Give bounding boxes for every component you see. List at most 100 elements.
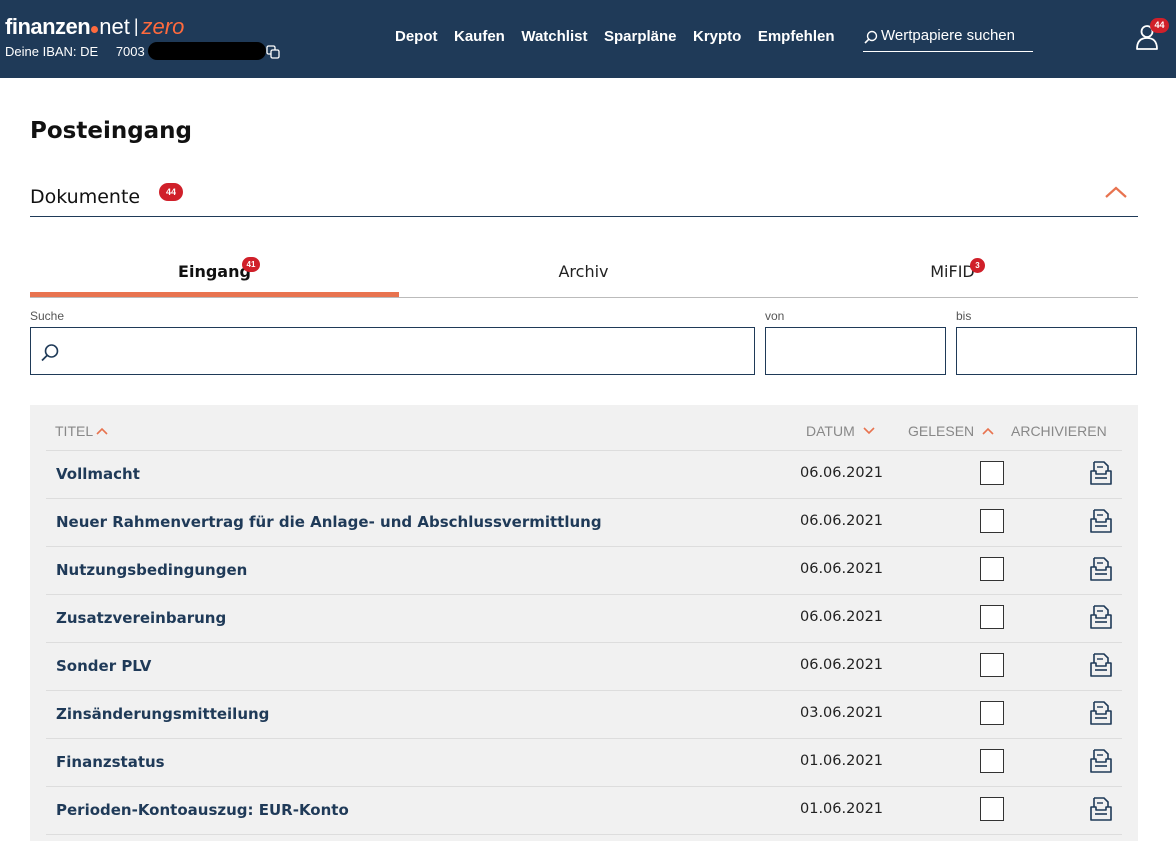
- search-icon: [41, 344, 59, 362]
- document-date: 01.06.2021: [800, 753, 884, 769]
- read-checkbox[interactable]: [980, 701, 1004, 725]
- from-date-field[interactable]: [765, 327, 946, 375]
- iban-display: Deine IBAN: DE 7003: [5, 44, 145, 59]
- read-checkbox[interactable]: [980, 509, 1004, 533]
- from-date-label: von: [765, 309, 785, 323]
- document-date: 01.06.2021: [800, 801, 884, 817]
- sort-icon: [982, 427, 994, 435]
- table-row[interactable]: Neuer Rahmenvertrag für die Anlage- und …: [46, 499, 1122, 547]
- search-label: Suche: [30, 309, 65, 323]
- document-date: 03.06.2021: [800, 705, 884, 721]
- to-date-field[interactable]: [956, 327, 1137, 375]
- to-date-input[interactable]: [957, 328, 1136, 374]
- tab-eingang[interactable]: Eingang: [30, 250, 399, 298]
- document-search-input[interactable]: [31, 328, 754, 374]
- document-tabs: Eingang 41 Archiv MiFID 3: [30, 250, 1138, 298]
- tab-archiv[interactable]: Archiv: [399, 250, 768, 298]
- document-search-field[interactable]: [30, 327, 755, 375]
- nav-krypto[interactable]: Krypto: [693, 28, 741, 45]
- read-checkbox[interactable]: [980, 557, 1004, 581]
- page-title: Posteingang: [30, 118, 193, 144]
- logo-separator: |: [133, 16, 139, 36]
- document-title[interactable]: Nutzungsbedingungen: [56, 561, 247, 579]
- document-date: 06.06.2021: [800, 657, 884, 673]
- column-datum-label: Datum: [806, 423, 855, 439]
- document-title[interactable]: Zusatzvereinbarung: [56, 609, 226, 627]
- logo[interactable]: finanzen net | zero: [5, 14, 184, 40]
- document-date: 06.06.2021: [800, 609, 884, 625]
- active-tab-indicator: [30, 292, 399, 297]
- column-header-titel[interactable]: Titel: [55, 423, 108, 439]
- read-checkbox[interactable]: [980, 605, 1004, 629]
- sort-icon: [863, 427, 875, 435]
- tab-eingang-label: Eingang: [178, 262, 251, 281]
- logo-net: net: [99, 14, 130, 39]
- notification-badge: 44: [1150, 18, 1169, 33]
- table-row[interactable]: Sonder PLV 06.06.2021: [46, 643, 1122, 691]
- document-date: 06.06.2021: [800, 465, 884, 481]
- documents-badge: 44: [159, 183, 183, 201]
- read-checkbox[interactable]: [980, 749, 1004, 773]
- archive-icon[interactable]: [1088, 556, 1114, 582]
- to-date-label: bis: [956, 309, 972, 323]
- copy-icon[interactable]: [266, 45, 280, 59]
- column-header-archivieren: Archivieren: [1011, 423, 1107, 439]
- table-row[interactable]: Zusatzvereinbarung 06.06.2021: [46, 595, 1122, 643]
- nav-empfehlen[interactable]: Empfehlen: [758, 28, 835, 45]
- documents-section-header[interactable]: Dokumente 44: [30, 180, 1138, 217]
- document-date: 06.06.2021: [800, 513, 884, 529]
- nav-sparplaene[interactable]: Sparpläne: [604, 28, 677, 45]
- document-title[interactable]: Finanzstatus: [56, 753, 165, 771]
- read-checkbox[interactable]: [980, 653, 1004, 677]
- table-row[interactable]: Zinsänderungsmitteilung 03.06.2021: [46, 691, 1122, 739]
- nav-kaufen[interactable]: Kaufen: [454, 28, 505, 45]
- logo-zero: zero: [141, 14, 185, 39]
- chevron-up-icon[interactable]: [1104, 185, 1128, 199]
- column-gelesen-label: Gelesen: [908, 423, 975, 439]
- tab-mifid-badge: 3: [970, 258, 985, 273]
- document-title[interactable]: Neuer Rahmenvertrag für die Anlage- und …: [56, 513, 602, 531]
- securities-search-placeholder: Wertpapiere suchen: [881, 27, 1015, 44]
- top-navigation-bar: finanzen net | zero Deine IBAN: DE 7003 Dep…: [0, 0, 1176, 78]
- column-header-gelesen[interactable]: Gelesen: [908, 423, 996, 439]
- archive-icon[interactable]: [1088, 652, 1114, 678]
- read-checkbox[interactable]: [980, 461, 1004, 485]
- read-checkbox[interactable]: [980, 797, 1004, 821]
- document-title[interactable]: Sonder PLV: [56, 657, 151, 675]
- archive-icon[interactable]: [1088, 748, 1114, 774]
- table-row[interactable]: Vollmacht 06.06.2021: [46, 451, 1122, 499]
- logo-dot: [91, 26, 99, 33]
- documents-table: Titel Datum Gelesen Archivieren Vollmach…: [30, 405, 1138, 841]
- document-date: 06.06.2021: [800, 561, 884, 577]
- table-row[interactable]: Finanzstatus 01.06.2021: [46, 739, 1122, 787]
- documents-title: Dokumente: [30, 186, 141, 208]
- logo-brand: finanzen: [5, 14, 91, 39]
- column-header-datum[interactable]: Datum: [806, 423, 877, 439]
- sort-icon: [96, 427, 108, 435]
- table-row[interactable]: Perioden-Kontoauszug: EUR-Konto 01.06.20…: [46, 787, 1122, 835]
- archive-icon[interactable]: [1088, 796, 1114, 822]
- column-archivieren-label: Archivieren: [1011, 423, 1107, 439]
- nav-watchlist[interactable]: Watchlist: [521, 28, 587, 45]
- archive-icon[interactable]: [1088, 604, 1114, 630]
- table-header: Titel Datum Gelesen Archivieren: [46, 405, 1122, 451]
- tab-mifid-label: MiFID: [930, 262, 975, 281]
- document-title[interactable]: Vollmacht: [56, 465, 140, 483]
- archive-icon[interactable]: [1088, 460, 1114, 486]
- column-titel-label: Titel: [55, 423, 94, 439]
- nav-depot[interactable]: Depot: [395, 28, 438, 45]
- securities-search[interactable]: Wertpapiere suchen: [863, 26, 1033, 52]
- table-row[interactable]: Nutzungsbedingungen 06.06.2021: [46, 547, 1122, 595]
- archive-icon[interactable]: [1088, 508, 1114, 534]
- iban-value: 7003: [115, 44, 145, 59]
- iban-redaction: [148, 42, 266, 60]
- iban-label: Deine IBAN: DE: [5, 44, 99, 59]
- main-nav: Depot Kaufen Watchlist Sparpläne Krypto …: [395, 28, 851, 45]
- tab-mifid[interactable]: MiFID: [768, 250, 1137, 298]
- from-date-input[interactable]: [766, 328, 945, 374]
- archive-icon[interactable]: [1088, 700, 1114, 726]
- document-title[interactable]: Zinsänderungsmitteilung: [56, 705, 269, 723]
- tab-archiv-label: Archiv: [558, 262, 609, 281]
- document-title[interactable]: Perioden-Kontoauszug: EUR-Konto: [56, 801, 349, 819]
- search-icon: [864, 30, 878, 44]
